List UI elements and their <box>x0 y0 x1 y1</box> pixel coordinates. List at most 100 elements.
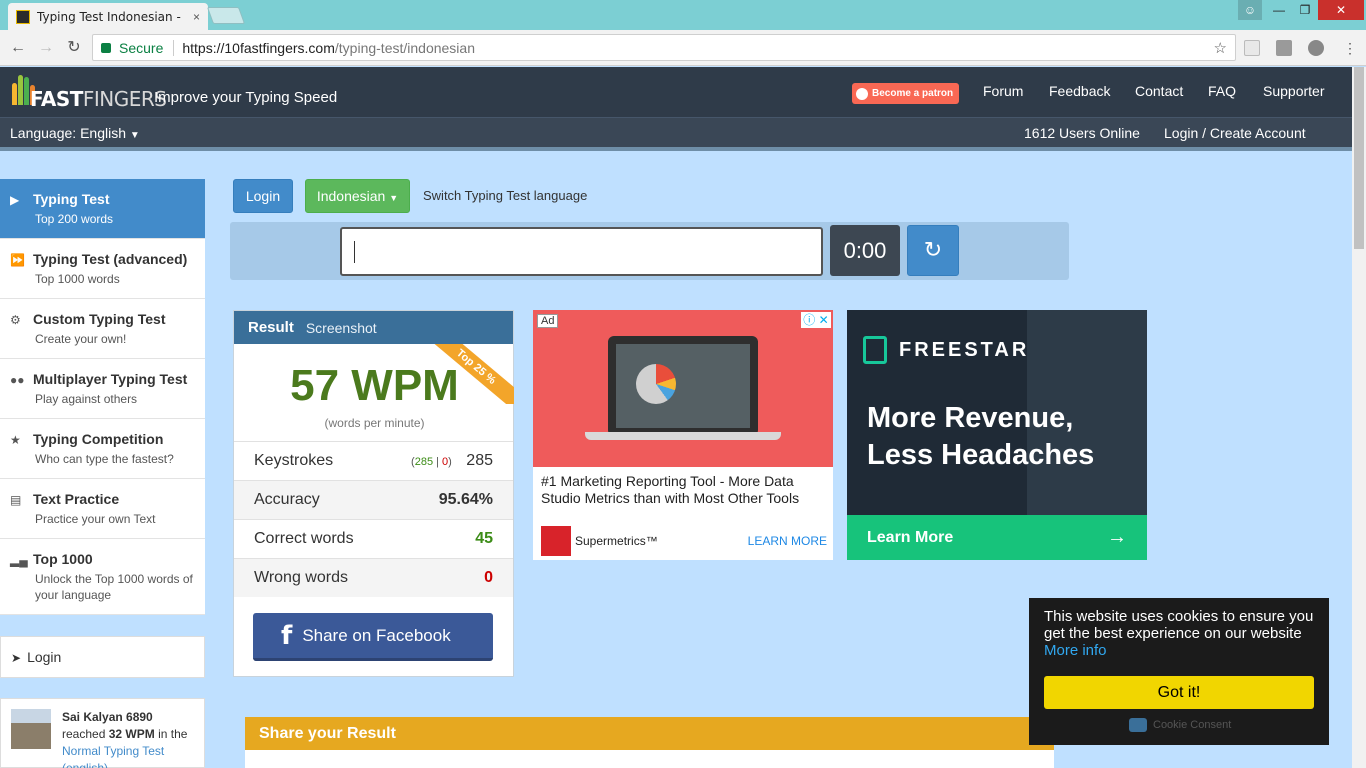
switch-language-text: Switch Typing Test language <box>423 188 588 203</box>
restore-icon[interactable]: ❐ <box>1292 0 1318 20</box>
sidebar-item-top-1000[interactable]: ▂▄ Top 1000 Unlock the Top 1000 words of… <box>0 539 205 615</box>
sidebar-item-typing-test-advanced[interactable]: ⏩ Typing Test (advanced) Top 1000 words <box>0 239 205 299</box>
play-icon: ▶ <box>10 193 20 207</box>
sidebar-login[interactable]: ➤ Login <box>0 636 205 678</box>
wrong-words-row: Wrong words 0 <box>234 558 513 597</box>
sign-in-icon: ➤ <box>11 651 22 665</box>
ad-learn-more-link[interactable]: LEARN MORE <box>748 534 827 548</box>
minimize-icon[interactable]: — <box>1266 0 1292 20</box>
login-button[interactable]: Login <box>233 179 293 213</box>
nav-contact[interactable]: Contact <box>1135 83 1183 99</box>
site-logo[interactable]: FASTFINGERS <box>10 71 167 111</box>
ad-label: Ad <box>537 314 559 328</box>
got-it-button[interactable]: Got it! <box>1044 676 1314 709</box>
refresh-icon: ↻ <box>923 237 943 262</box>
login-create-account-link[interactable]: Login / Create Account <box>1164 125 1306 141</box>
language-select-button[interactable]: Indonesian ▼ <box>305 179 410 213</box>
tab-title: Typing Test Indonesian - <box>37 9 181 24</box>
sidebar-item-typing-test[interactable]: ▶ Typing Test Top 200 words <box>0 179 205 239</box>
laptop-illustration <box>608 336 758 436</box>
ad-freestar[interactable]: FREESTAR More Revenue, Less Headaches Le… <box>847 310 1147 560</box>
scrollbar-thumb[interactable] <box>1354 67 1364 249</box>
cookie-consent-credit[interactable]: Cookie Consent <box>1129 718 1231 732</box>
cookie-consent-banner: This website uses cookies to ensure you … <box>1029 598 1329 745</box>
ad-supermetrics[interactable]: Ad ⓘ ✕ #1 Marketing Reporting Tool - Mor… <box>533 310 833 560</box>
sidebar-item-title: Top 1000 <box>33 551 93 567</box>
site-header: FASTFINGERS Improve your Typing Speed Be… <box>0 67 1352 151</box>
keystrokes-row: Keystrokes (285 | 0) 285 <box>234 441 513 480</box>
typing-input[interactable] <box>340 227 823 276</box>
supermetrics-logo-icon <box>541 526 571 556</box>
extension-icon[interactable] <box>1244 40 1260 56</box>
tab-screenshot[interactable]: Screenshot <box>306 320 377 336</box>
back-icon[interactable]: ← <box>8 38 28 58</box>
close-window-icon[interactable]: ✕ <box>1318 0 1364 20</box>
url-divider <box>173 39 175 56</box>
result-box: Result Screenshot Top 25 % 57 WPM (words… <box>233 310 514 677</box>
ad-choices-icon[interactable]: ⓘ ✕ <box>801 312 831 328</box>
ad-learn-more-button[interactable]: Learn More → <box>847 515 1147 560</box>
laptop-base <box>585 432 781 440</box>
tagline: Improve your Typing Speed <box>154 89 338 106</box>
wrong-words-value: 0 <box>484 569 493 586</box>
ad-brand: Supermetrics™ <box>541 526 658 556</box>
patreon-icon <box>856 87 868 100</box>
sidebar-item-text-practice[interactable]: ▤ Text Practice Practice your own Text <box>0 479 205 539</box>
header-top: FASTFINGERS Improve your Typing Speed Be… <box>0 67 1352 117</box>
tab-close-icon[interactable]: × <box>193 10 200 24</box>
more-info-link[interactable]: More info <box>1044 642 1107 659</box>
reload-test-button[interactable]: ↻ <box>907 225 959 276</box>
recent-test-link[interactable]: Normal Typing Test (english) <box>62 744 164 768</box>
ad-description: #1 Marketing Reporting Tool - More Data … <box>541 473 800 506</box>
recent-user-name[interactable]: Sai Kalyan 6890 <box>62 710 153 724</box>
sidebar-item-title: Typing Test <box>33 191 110 207</box>
reload-icon[interactable]: ↻ <box>64 38 84 58</box>
sidebar-item-subtitle: Unlock the Top 1000 words of your langua… <box>35 572 193 602</box>
browser-tab-bar: Typing Test Indonesian - × ☺ — ❐ ✕ <box>0 0 1366 30</box>
favicon-icon <box>16 9 30 24</box>
sidebar-login-label: Login <box>27 649 62 665</box>
recent-activity: Sai Kalyan 6890 reached 32 WPM in the No… <box>0 698 205 768</box>
tab-result[interactable]: Result <box>248 319 294 336</box>
url-host: https://10fastfingers.com <box>182 39 335 56</box>
keystrokes-breakdown: (285 | 0) <box>411 456 452 468</box>
sidebar-item-title: Typing Competition <box>33 431 164 447</box>
facebook-icon: f <box>281 620 293 651</box>
nav-faq[interactable]: FAQ <box>1208 83 1236 99</box>
profile-icon[interactable]: ☺ <box>1238 0 1262 20</box>
ad-headline: More Revenue, Less Headaches <box>867 402 1095 471</box>
nav-forum[interactable]: Forum <box>983 83 1023 99</box>
arrow-right-icon: → <box>1107 526 1127 548</box>
cookie-consent-logo-icon <box>1129 718 1147 732</box>
new-tab-button[interactable] <box>206 7 246 24</box>
avatar[interactable] <box>11 709 51 749</box>
become-patron-button[interactable]: Become a patron <box>852 83 960 104</box>
sidebar-item-title: Text Practice <box>33 491 120 507</box>
nav-supporter[interactable]: Supporter <box>1263 83 1324 99</box>
browser-tab[interactable]: Typing Test Indonesian - × <box>8 3 208 30</box>
freestar-logo: FREESTAR <box>863 336 1029 364</box>
sidebar-menu: ▶ Typing Test Top 200 words ⏩ Typing Tes… <box>0 179 205 615</box>
sidebar-item-title: Multiplayer Typing Test <box>33 371 188 387</box>
users-icon: ●● <box>10 373 25 387</box>
nav-feedback[interactable]: Feedback <box>1049 83 1110 99</box>
extension-globe-icon[interactable] <box>1308 40 1324 56</box>
sidebar-item-custom-typing-test[interactable]: ⚙ Custom Typing Test Create your own! <box>0 299 205 359</box>
pie-chart-illustration <box>636 364 676 404</box>
sidebar-item-title: Custom Typing Test <box>33 311 166 327</box>
sidebar-item-subtitle: Practice your own Text <box>35 512 156 526</box>
pdf-extension-icon[interactable] <box>1276 40 1292 56</box>
sidebar-item-title: Typing Test (advanced) <box>33 251 188 267</box>
language-dropdown[interactable]: Language: English ▼ <box>10 125 140 141</box>
share-facebook-button[interactable]: f Share on Facebook <box>253 613 493 661</box>
forward-icon[interactable]: → <box>36 38 56 58</box>
menu-icon[interactable]: ⋮ <box>1340 38 1360 58</box>
recent-wpm: 32 WPM <box>108 727 155 741</box>
sidebar-item-competition[interactable]: ★ Typing Competition Who can type the fa… <box>0 419 205 479</box>
url-field[interactable]: Secure https://10fastfingers.com/typing-… <box>92 34 1236 61</box>
bookmark-star-icon[interactable]: ☆ <box>1214 39 1227 57</box>
page-scrollbar[interactable] <box>1352 67 1366 768</box>
accuracy-label: Accuracy <box>254 491 320 508</box>
chevron-down-icon: ▼ <box>129 130 140 141</box>
sidebar-item-multiplayer[interactable]: ●● Multiplayer Typing Test Play against … <box>0 359 205 419</box>
